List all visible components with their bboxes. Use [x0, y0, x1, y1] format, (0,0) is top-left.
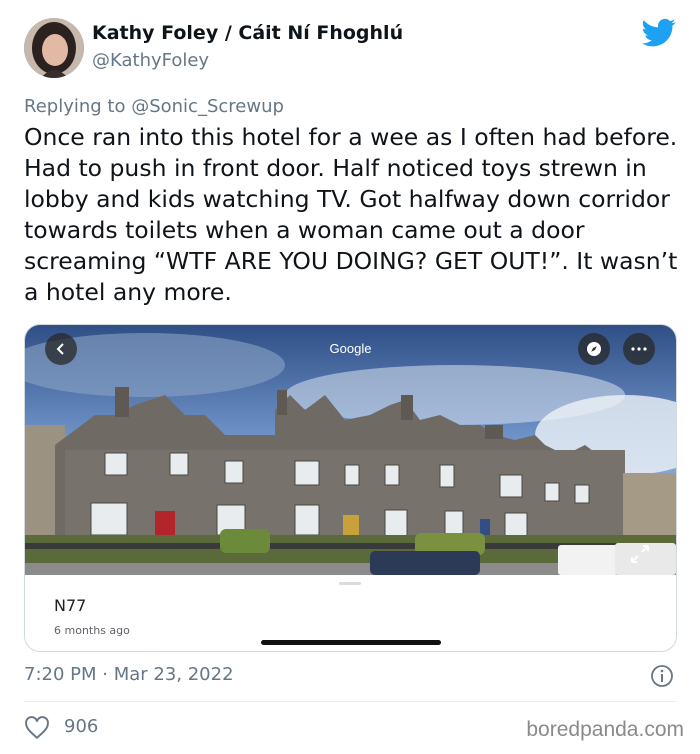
author-name[interactable]: Kathy Foley / Cáit Ní Fhoghlú	[92, 22, 403, 44]
expand-icon[interactable]	[629, 543, 651, 565]
reply-handle-link[interactable]: @Sonic_Screwup	[131, 96, 284, 117]
reply-prefix: Replying to	[24, 96, 132, 117]
tweet-text: Once ran into this hotel for a wee as I …	[24, 123, 678, 306]
author-handle[interactable]: @KathyFoley	[92, 50, 209, 71]
like-count: 906	[64, 716, 99, 737]
home-indicator	[261, 640, 441, 645]
more-button[interactable]	[623, 333, 655, 365]
place-name: N77	[54, 596, 87, 615]
drag-handle[interactable]	[339, 582, 361, 585]
place-time: 6 months ago	[54, 624, 130, 637]
replying-to: Replying to @Sonic_Screwup	[24, 96, 284, 117]
tweet-timestamp[interactable]: 7:20 PM · Mar 23, 2022	[24, 664, 234, 685]
more-icon	[631, 347, 647, 351]
attached-image-card[interactable]: Google N77 6 months ago	[24, 324, 677, 652]
compass-button[interactable]	[578, 333, 610, 365]
info-icon[interactable]	[650, 664, 674, 688]
avatar-image	[24, 18, 84, 78]
watermark: boredpanda.com	[526, 718, 684, 741]
divider	[24, 701, 676, 702]
compass-icon	[587, 342, 601, 356]
street-view-photo: Google	[25, 325, 676, 575]
heart-icon[interactable]	[24, 716, 50, 740]
twitter-bird-icon	[642, 18, 676, 47]
avatar[interactable]	[24, 18, 84, 78]
